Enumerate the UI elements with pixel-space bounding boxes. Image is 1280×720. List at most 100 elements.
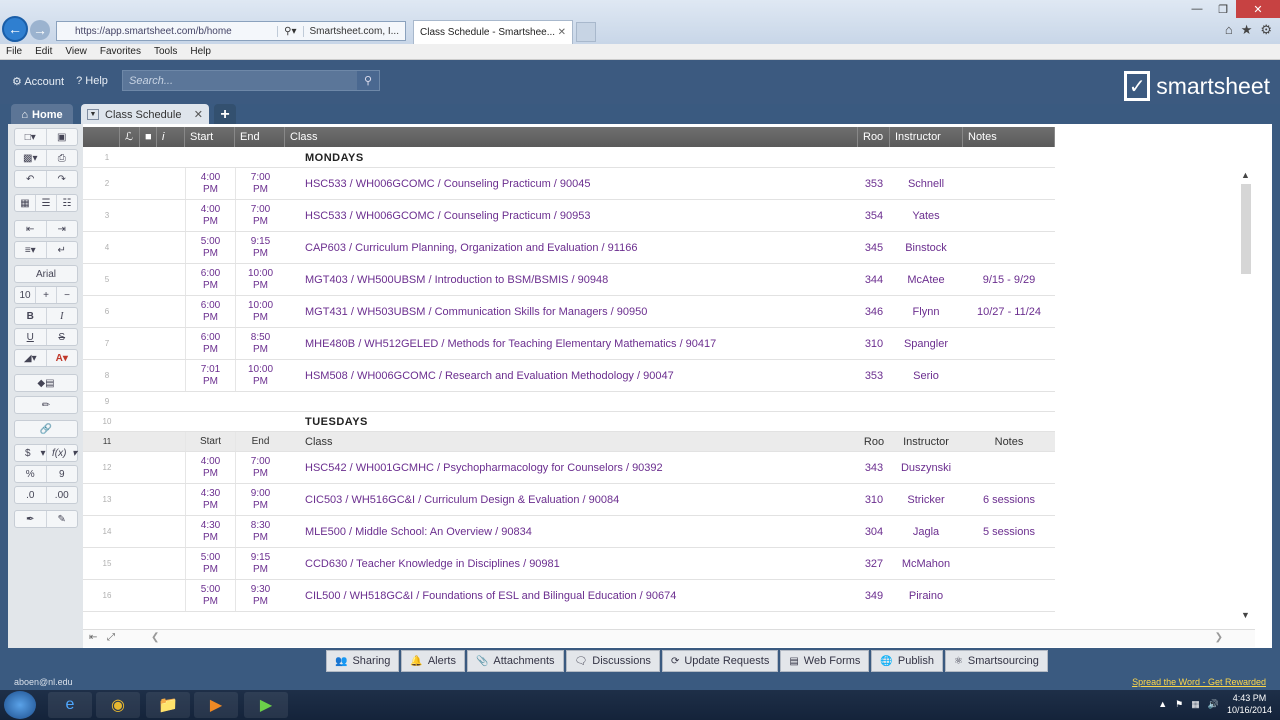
col-notes[interactable]: Notes	[963, 127, 1055, 147]
cell-room[interactable]: 327	[858, 548, 890, 579]
volume-icon[interactable]: 🔊	[1208, 699, 1219, 710]
cell-start[interactable]: 5:00 PM	[185, 580, 235, 611]
media-player-icon[interactable]: ▶	[194, 692, 238, 718]
cell-class[interactable]: CIL500 / WH518GC&I / Foundations of ESL …	[305, 580, 855, 611]
font-name[interactable]: Arial	[15, 266, 77, 282]
search-dropdown-icon[interactable]: ⚲▾	[277, 25, 302, 37]
cell-start[interactable]: 7:01 PM	[185, 360, 235, 391]
cell-instructor[interactable]: Instructor	[890, 432, 962, 451]
cell-class[interactable]: CAP603 / Curriculum Planning, Organizati…	[305, 232, 855, 263]
cell-end[interactable]: 10:00 PM	[235, 264, 285, 295]
menu-favorites[interactable]: Favorites	[100, 46, 141, 57]
percent-button[interactable]: %	[15, 466, 47, 482]
smartsourcing-button[interactable]: ⚛ Smartsourcing	[944, 650, 1048, 672]
close-icon[interactable]: ✕	[194, 108, 203, 121]
tab-class-schedule[interactable]: ▼ Class Schedule ✕	[81, 104, 209, 125]
cell-class[interactable]: MLE500 / Middle School: An Overview / 90…	[305, 516, 855, 547]
folder-icon[interactable]: 📁	[146, 692, 190, 718]
cell-class[interactable]: HSM508 / WH006GCOMC / Research and Evalu…	[305, 360, 855, 391]
cell-start[interactable]: 4:00 PM	[185, 168, 235, 199]
expand-icon[interactable]: ⤢	[107, 632, 115, 643]
col-end[interactable]: End	[235, 127, 285, 147]
scroll-right-icon[interactable]: ❯	[1215, 632, 1223, 643]
cell-room[interactable]: 304	[858, 516, 890, 547]
table-row[interactable]: 9	[83, 392, 1055, 412]
print-icon[interactable]: ⎙	[47, 150, 78, 166]
cell-notes[interactable]	[963, 452, 1055, 483]
search-input[interactable]	[123, 74, 357, 87]
home-icon[interactable]: ⌂	[1225, 22, 1233, 38]
cell-class[interactable]: HSC542 / WH001GCMHC / Psychopharmacology…	[305, 452, 855, 483]
cell-room[interactable]: 353	[858, 360, 890, 391]
cell-notes[interactable]: Notes	[963, 432, 1055, 451]
outdent-icon[interactable]: ⇤	[15, 221, 47, 237]
grid-view-icon[interactable]: ▦	[15, 195, 36, 211]
cell-end[interactable]: 10:00 PM	[235, 296, 285, 327]
help-link[interactable]: ? Help	[76, 75, 108, 88]
scroll-thumb[interactable]	[1241, 184, 1251, 274]
cell-instructor[interactable]: Flynn	[890, 296, 962, 327]
table-row[interactable]: 12 4:00 PM 7:00 PM HSC542 / WH001GCMHC / Ps…	[83, 452, 1055, 484]
cell-notes[interactable]	[963, 580, 1055, 611]
subheader-row[interactable]: 11 Start End Class Roo Instructor Notes	[83, 432, 1055, 452]
cell-room[interactable]: 343	[858, 452, 890, 483]
gantt-view-icon[interactable]: ☰	[36, 195, 57, 211]
settings-gear-icon[interactable]: ⚙	[1260, 22, 1272, 38]
menu-tools[interactable]: Tools	[154, 46, 177, 57]
table-row[interactable]: 15 5:00 PM 9:15 PM CCD630 / Teacher Knowled…	[83, 548, 1055, 580]
cell-start[interactable]: 4:00 PM	[185, 200, 235, 231]
clear-format-icon[interactable]: ✒	[15, 511, 47, 527]
cell-notes[interactable]: 6 sessions	[963, 484, 1055, 515]
cell-room[interactable]: 346	[858, 296, 890, 327]
address-bar[interactable]: https://app.smartsheet.com/b/home ⚲▾ Sma…	[56, 21, 406, 41]
cell-notes[interactable]: 5 sessions	[963, 516, 1055, 547]
restore-icon[interactable]: ❐	[1210, 0, 1236, 18]
cell-room[interactable]: Roo	[858, 432, 890, 451]
cell-room[interactable]: 345	[858, 232, 890, 263]
attachment-col-icon[interactable]: ℒ	[120, 127, 140, 147]
align-icon[interactable]: ≡▾	[15, 242, 47, 258]
cell-end[interactable]: 9:15 PM	[235, 548, 285, 579]
cell-class[interactable]: MGT403 / WH500UBSM / Introduction to BSM…	[305, 264, 855, 295]
wrap-icon[interactable]: ↵	[47, 242, 78, 258]
cell-class[interactable]: Class	[305, 432, 855, 451]
decrease-decimal-icon[interactable]: .0	[15, 487, 47, 503]
format-painter-icon[interactable]: ✎	[47, 511, 78, 527]
scroll-up-icon[interactable]: ▲	[1241, 170, 1250, 180]
cell-room[interactable]: 349	[858, 580, 890, 611]
cell-end[interactable]: 10:00 PM	[235, 360, 285, 391]
cell-end[interactable]: End	[235, 432, 285, 451]
increase-size-icon[interactable]: +	[36, 287, 57, 303]
cell-room[interactable]: 344	[858, 264, 890, 295]
close-window-icon[interactable]: ✕	[1236, 0, 1280, 18]
section-label[interactable]: TUESDAYS	[305, 412, 855, 431]
redo-icon[interactable]: ↷	[47, 171, 78, 187]
account-link[interactable]: ⚙ Account	[12, 75, 64, 88]
font-select[interactable]: Arial	[14, 265, 78, 283]
new-icon[interactable]: □▾	[15, 129, 47, 145]
recorder-icon[interactable]: ▶	[244, 692, 288, 718]
italic-button[interactable]: I	[47, 308, 78, 324]
cell-notes[interactable]: 10/27 - 11/24	[963, 296, 1055, 327]
section-row[interactable]: 1 MONDAYS	[83, 148, 1055, 168]
table-row[interactable]: 2 4:00 PM 7:00 PM HSC533 / WH006GCOMC / Cou…	[83, 168, 1055, 200]
font-size-select[interactable]: 10	[15, 287, 36, 303]
indent-icon[interactable]: ⇥	[47, 221, 78, 237]
highlight-icon[interactable]: ✏	[15, 397, 77, 413]
menu-edit[interactable]: Edit	[35, 46, 52, 57]
discussions-button[interactable]: 🗨 Discussions	[565, 650, 660, 672]
dropdown-icon[interactable]: ▼	[87, 109, 99, 120]
calendar-view-icon[interactable]: ☷	[57, 195, 77, 211]
ie-icon[interactable]: e	[48, 692, 92, 718]
cell-class[interactable]: HSC533 / WH006GCOMC / Counseling Practic…	[305, 200, 855, 231]
cell-start[interactable]: 6:00 PM	[185, 296, 235, 327]
cell-start[interactable]: 4:00 PM	[185, 452, 235, 483]
tab-home[interactable]: ⌂ Home	[11, 104, 73, 125]
chrome-icon[interactable]: ◉	[96, 692, 140, 718]
minimize-icon[interactable]: —	[1184, 0, 1210, 18]
col-instructor[interactable]: Instructor	[890, 127, 963, 147]
web-forms-button[interactable]: ▤ Web Forms	[780, 650, 870, 672]
cell-instructor[interactable]: McMahon	[890, 548, 962, 579]
cell-room[interactable]: 354	[858, 200, 890, 231]
col-class[interactable]: Class	[285, 127, 858, 147]
